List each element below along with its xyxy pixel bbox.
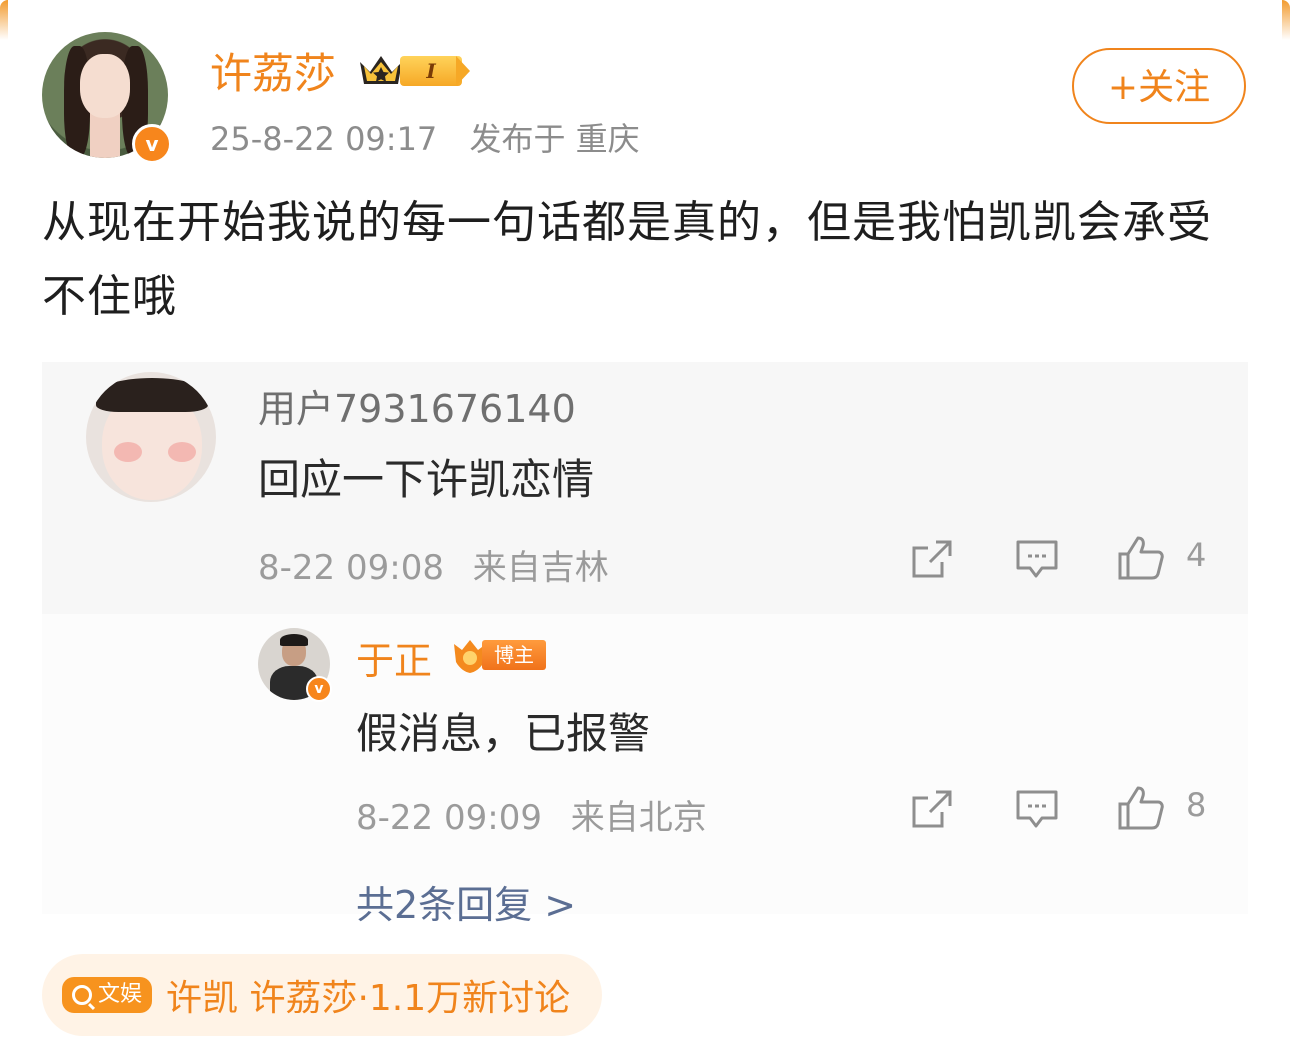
avatar-cheek <box>114 442 142 462</box>
commenter-avatar[interactable] <box>86 372 216 502</box>
follow-button[interactable]: +关注 <box>1072 48 1246 124</box>
avatar-neck <box>90 112 120 158</box>
like-icon <box>1118 536 1164 580</box>
comment-icon <box>1016 540 1058 578</box>
like-icon <box>1118 786 1164 830</box>
reply-like-count: 8 <box>1186 786 1207 824</box>
member-level-badge[interactable]: I <box>356 48 470 90</box>
comment-icon <box>1016 790 1058 828</box>
verified-badge-icon: v <box>306 676 332 702</box>
reply-like-button[interactable]: 8 <box>1116 784 1206 830</box>
avatar-face <box>80 54 130 118</box>
reply-text: 假消息，已报警 <box>356 709 651 758</box>
reply-share-button[interactable] <box>910 788 954 828</box>
avatar-cheek <box>168 442 196 462</box>
level-tag: I <box>400 56 462 86</box>
author-name[interactable]: 许荔莎 <box>210 40 336 101</box>
reply-source: 来自北京 <box>570 798 707 838</box>
comment-share-button[interactable] <box>910 538 954 578</box>
reply-background <box>42 614 1248 914</box>
post-meta: 25-8-22 09:17 发布于 重庆 <box>210 114 640 160</box>
verified-badge-icon: v <box>132 124 172 164</box>
commenter-name[interactable]: 用户7931676140 <box>258 378 576 433</box>
search-icon <box>72 985 92 1005</box>
share-icon <box>912 790 952 828</box>
comment-background <box>42 362 1248 614</box>
comment-like-button[interactable]: 4 <box>1116 534 1206 580</box>
comment-reply-button[interactable] <box>1014 538 1060 578</box>
frame-edge-left <box>0 0 8 40</box>
post-date: 25-8-22 09:17 <box>210 120 438 158</box>
level-tag-arrow <box>456 56 470 86</box>
comment-like-count: 4 <box>1186 536 1207 574</box>
blogger-badge: 博主 <box>450 636 548 674</box>
reply-author-name[interactable]: 于正 <box>356 630 432 685</box>
topic-tag: 文娱 <box>62 977 153 1013</box>
frame-edge-right <box>1282 0 1290 40</box>
comment-meta: 8-22 09:08 来自吉林 <box>258 540 609 589</box>
post-body-text: 从现在开始我说的每一句话都是真的，但是我怕凯凯会承受不住哦 <box>42 197 1212 322</box>
comment-source: 来自吉林 <box>472 548 609 588</box>
comment-text: 回应一下许凯恋情 <box>258 455 595 504</box>
more-replies-link[interactable]: 共2条回复 > <box>356 874 576 929</box>
reply-meta: 8-22 09:09 来自北京 <box>356 790 707 839</box>
topic-text: 许凯 许荔莎·1.1万新讨论 <box>166 978 571 1019</box>
post-location: 发布于 重庆 <box>469 120 640 158</box>
topic-chip[interactable]: 文娱 许凯 许荔莎·1.1万新讨论 <box>42 954 603 1036</box>
topic-tag-label: 文娱 <box>98 982 143 1007</box>
blogger-badge-label: 博主 <box>482 640 546 670</box>
reply-comment-button[interactable] <box>1014 788 1060 828</box>
comment-date: 8-22 09:08 <box>258 548 444 588</box>
avatar-hair <box>96 378 208 412</box>
share-icon <box>912 540 952 578</box>
crown-icon <box>360 56 402 84</box>
reply-date: 8-22 09:09 <box>356 798 542 838</box>
avatar-hair <box>280 634 308 646</box>
